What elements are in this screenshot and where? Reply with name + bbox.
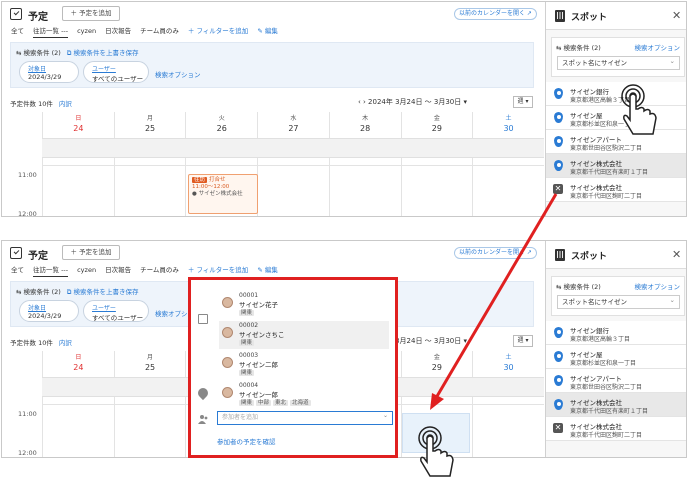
- tap-hand-icon: [418, 426, 454, 477]
- tap-hand-icon: [621, 84, 657, 135]
- instruction-overlay: [418, 84, 657, 477]
- red-arrow-head: [430, 393, 444, 410]
- red-arrow: [434, 193, 558, 399]
